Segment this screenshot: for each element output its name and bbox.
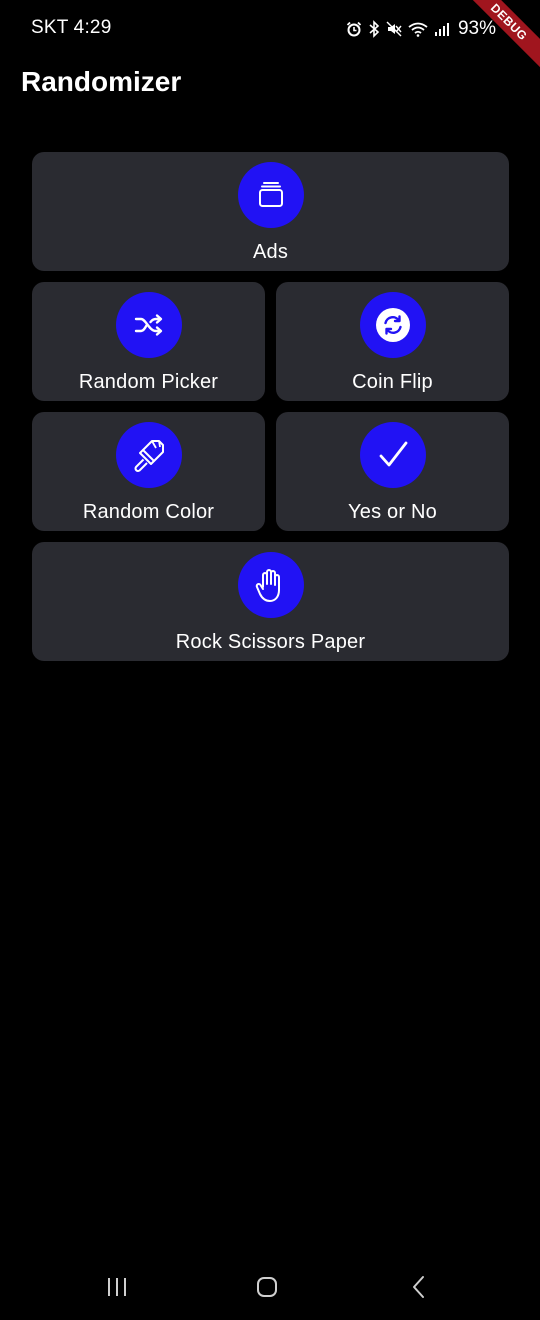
stacked-cards-icon	[237, 162, 304, 228]
recents-button[interactable]	[97, 1272, 137, 1302]
recents-icon	[108, 1278, 126, 1296]
wifi-icon	[408, 21, 428, 37]
status-bar: SKT 4:29 93%	[0, 0, 540, 58]
home-button[interactable]	[247, 1272, 287, 1302]
navigation-bar	[0, 1250, 540, 1320]
status-time: SKT 4:29	[31, 17, 112, 38]
home-icon	[257, 1277, 277, 1297]
screen: SKT 4:29 93% DEBUG Randomizer Ads Random…	[0, 0, 540, 1320]
bluetooth-icon	[368, 20, 380, 38]
random-color-card[interactable]: Random Color	[32, 412, 265, 531]
coin-flip-label: Coin Flip	[352, 371, 433, 393]
coin-flip-icon	[359, 292, 426, 358]
random-picker-label: Random Picker	[78, 371, 219, 393]
ads-card[interactable]: Ads	[32, 152, 509, 271]
mute-icon	[386, 21, 402, 37]
paint-brush-icon	[115, 422, 182, 488]
yes-or-no-label: Yes or No	[348, 501, 437, 523]
battery-level: 93%	[457, 18, 496, 39]
yes-or-no-card[interactable]: Yes or No	[276, 412, 509, 531]
hand-icon	[237, 552, 304, 618]
coin-flip-card[interactable]: Coin Flip	[276, 282, 509, 401]
check-icon	[359, 422, 426, 488]
page-title: Randomizer	[21, 66, 182, 97]
signal-icon	[434, 21, 450, 37]
rock-scissors-paper-card[interactable]: Rock Scissors Paper	[32, 542, 509, 661]
back-button[interactable]	[399, 1272, 439, 1302]
alarm-icon	[346, 21, 362, 37]
shuffle-icon	[115, 292, 182, 358]
random-color-label: Random Color	[82, 501, 215, 523]
ads-label: Ads	[252, 241, 289, 263]
random-picker-card[interactable]: Random Picker	[32, 282, 265, 401]
rock-scissors-paper-label: Rock Scissors Paper	[175, 631, 366, 653]
status-icons: 93%	[346, 16, 496, 42]
back-icon	[413, 1276, 424, 1298]
